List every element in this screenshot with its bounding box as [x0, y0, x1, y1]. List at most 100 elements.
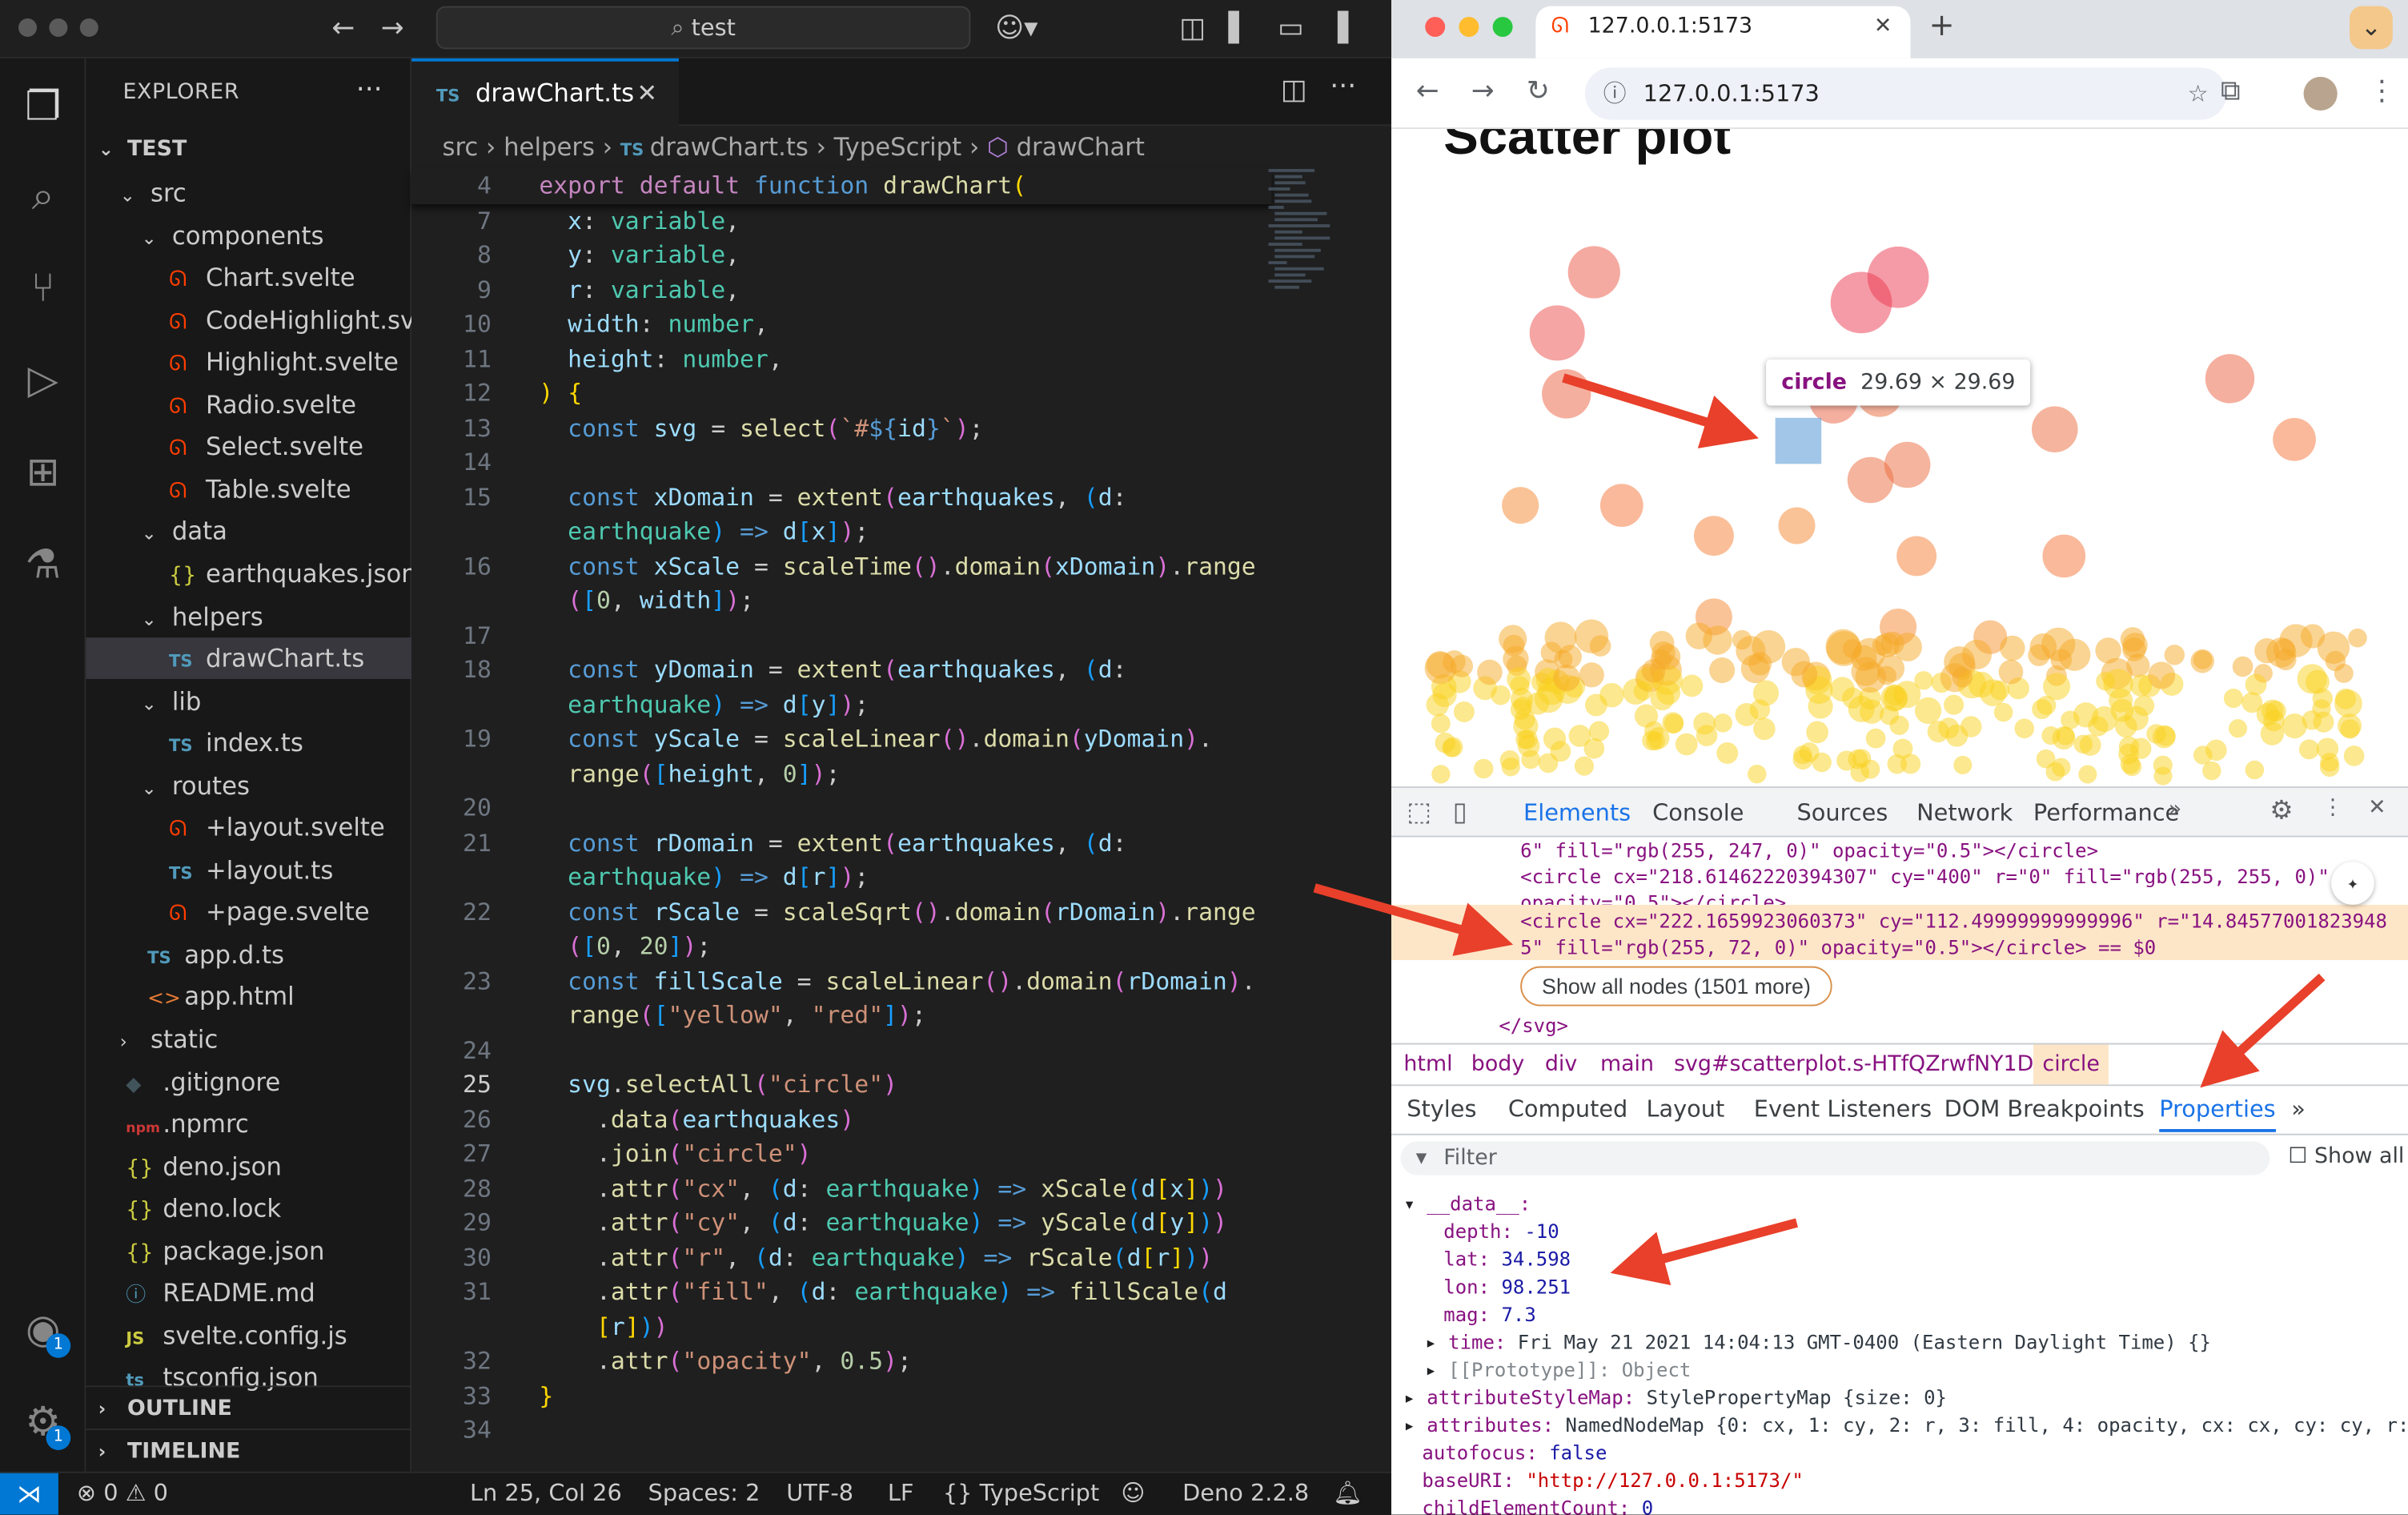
tree-item[interactable]: ᘏ Table.svelte	[86, 468, 411, 510]
code-line[interactable]: 32 .attr("opacity", 0.5);	[411, 1344, 1271, 1379]
scatter-point[interactable]	[1501, 757, 1520, 777]
scatter-point[interactable]	[2014, 718, 2035, 739]
element-breadcrumb-item[interactable]: circle	[2033, 1044, 2109, 1085]
devtools-tab-console[interactable]: Console	[1652, 799, 1744, 827]
code-line[interactable]: 7 x: variable,	[411, 203, 1271, 238]
scatter-point[interactable]	[2148, 661, 2176, 689]
element-breadcrumb-item[interactable]: div	[1545, 1044, 1577, 1084]
scatter-point[interactable]	[1944, 646, 1976, 677]
scatter-point[interactable]	[1491, 685, 1511, 705]
code-line[interactable]: 30 .attr("r", (d: earthquake) => rScale(…	[411, 1240, 1271, 1275]
code-line[interactable]: 25 svg.selectAll("circle")	[411, 1067, 1271, 1102]
search-icon[interactable]: ⌕	[12, 166, 74, 227]
scatter-point[interactable]	[1716, 742, 1739, 764]
tree-item[interactable]: TS +layout.ts	[86, 849, 411, 890]
scatter-point[interactable]	[2000, 635, 2025, 661]
scatter-point[interactable]	[1749, 699, 1771, 720]
site-info-icon[interactable]: ⓘ	[1603, 67, 1627, 119]
testing-icon[interactable]: ⚗	[12, 535, 74, 597]
scatter-point[interactable]	[2266, 637, 2297, 668]
scatter-point[interactable]	[2153, 766, 2173, 786]
scatter-point[interactable]	[1748, 764, 1767, 784]
cursor-position[interactable]: Ln 25, Col 26	[470, 1479, 622, 1507]
tree-item[interactable]: ⓘ README.md	[86, 1272, 411, 1314]
scatter-point[interactable]	[1453, 701, 1475, 722]
sidebar-tab-computed[interactable]: Computed	[1508, 1095, 1628, 1123]
code-line[interactable]: 18 const yDomain = extent(earthquakes, (…	[411, 653, 1271, 687]
scatter-point[interactable]	[1893, 681, 1921, 709]
split-editor-icon[interactable]: ◫	[1281, 74, 1307, 106]
copilot-status-icon[interactable]: ☺	[1121, 1479, 1145, 1507]
scatter-point[interactable]	[1451, 654, 1474, 677]
code-line[interactable]: 22 const rScale = scaleSqrt().domain(rDo…	[411, 894, 1271, 929]
scatter-point[interactable]	[2334, 689, 2362, 717]
scatter-point[interactable]	[2205, 739, 2227, 762]
accounts-icon[interactable]: ◉ 1	[12, 1300, 74, 1361]
code-line[interactable]: 20	[411, 791, 1271, 826]
scatter-point[interactable]	[1791, 661, 1818, 688]
scatter-point[interactable]	[1709, 657, 1736, 684]
tree-item[interactable]: ᘏ CodeHighlight.sv...	[86, 299, 411, 340]
deno-status[interactable]: Deno 2.2.8	[1182, 1479, 1309, 1507]
scatter-point[interactable]	[2229, 719, 2248, 738]
zoom-window-button[interactable]	[1492, 17, 1513, 38]
chrome-menu-icon[interactable]: ⋮	[2368, 75, 2396, 107]
scatter-point[interactable]	[1431, 765, 1451, 784]
scatter-point[interactable]	[1599, 484, 1643, 527]
close-window-button[interactable]	[18, 18, 38, 38]
scatter-point[interactable]	[1542, 369, 1591, 419]
browser-tab[interactable]: ᘏ 127.0.0.1:5173 ✕	[1535, 6, 1911, 58]
indentation[interactable]: Spaces: 2	[648, 1479, 761, 1507]
code-line[interactable]: [r]))	[411, 1309, 1271, 1344]
code-line[interactable]: 16 const xScale = scaleTime().domain(xDo…	[411, 549, 1271, 584]
scatter-point[interactable]	[1998, 659, 2024, 685]
scatter-point[interactable]	[2129, 674, 2153, 697]
code-editor[interactable]: 4 export default function drawChart(7 x: …	[411, 169, 1271, 1469]
scatter-point[interactable]	[1799, 742, 1820, 762]
code-line[interactable]: ([0, width]);	[411, 584, 1271, 618]
code-line[interactable]: 4 export default function drawChart(	[411, 169, 1271, 203]
code-line[interactable]: 14	[411, 445, 1271, 480]
scatter-point[interactable]	[1953, 755, 1973, 774]
tree-item[interactable]: ⌄ components	[86, 215, 411, 256]
scatter-point[interactable]	[2320, 753, 2339, 772]
scatter-point[interactable]	[2130, 737, 2152, 759]
scatter-point[interactable]	[1860, 699, 1884, 724]
scatter-point[interactable]	[1993, 702, 2013, 722]
sidebar-tab-properties[interactable]: Properties	[2159, 1095, 2276, 1132]
scatter-point[interactable]	[2042, 534, 2086, 578]
attribute-style-map-row[interactable]: ▸ attributeStyleMap: StylePropertyMap {s…	[1403, 1384, 1947, 1412]
tree-item[interactable]: <> app.html	[86, 976, 411, 1018]
more-tabs-icon[interactable]: »	[2169, 798, 2181, 822]
code-line[interactable]: 34	[411, 1413, 1271, 1448]
problems-indicator[interactable]: ⊗ 0 ⚠ 0	[77, 1479, 168, 1507]
scatter-point[interactable]	[2041, 627, 2076, 661]
close-tab-icon[interactable]: ✕	[636, 62, 657, 127]
scatter-point[interactable]	[1634, 704, 1659, 728]
scatter-point[interactable]	[2202, 761, 2221, 781]
scatter-point[interactable]	[2096, 671, 2115, 691]
scatter-point[interactable]	[2122, 637, 2146, 661]
scatter-point[interactable]	[2190, 649, 2214, 673]
element-line[interactable]: 6" fill="rgb(255, 247, 0)" opacity="0.5"…	[1520, 838, 2098, 864]
devtools-tab-sources[interactable]: Sources	[1796, 799, 1888, 827]
code-line[interactable]: 10 width: number,	[411, 307, 1271, 342]
properties-filter-input[interactable]: ▾ Filter	[1400, 1141, 2270, 1175]
scatter-point[interactable]	[2260, 721, 2284, 745]
forward-arrow-icon[interactable]: →	[1471, 75, 1495, 107]
gear-icon[interactable]: ⚙ 1	[12, 1392, 74, 1453]
scatter-point[interactable]	[2340, 719, 2360, 739]
scatter-point[interactable]	[1680, 674, 1704, 697]
scatter-point[interactable]	[2245, 673, 2267, 696]
tree-item[interactable]: ᘏ Radio.svelte	[86, 384, 411, 425]
scatter-point[interactable]	[1748, 652, 1772, 676]
code-line[interactable]: 11 height: number,	[411, 342, 1271, 376]
code-line[interactable]: earthquake) => d[x]);	[411, 515, 1271, 549]
end-of-line[interactable]: LF	[888, 1479, 914, 1507]
tree-item[interactable]: › static	[86, 1019, 411, 1060]
scatter-point[interactable]	[1872, 635, 1893, 656]
language-mode[interactable]: {} TypeScript	[943, 1479, 1099, 1507]
attributes-row[interactable]: ▸ attributes: NamedNodeMap {0: cx, 1: cy…	[1403, 1412, 2408, 1440]
scatter-point[interactable]	[2095, 637, 2121, 664]
scatter-point[interactable]	[1693, 516, 1734, 557]
